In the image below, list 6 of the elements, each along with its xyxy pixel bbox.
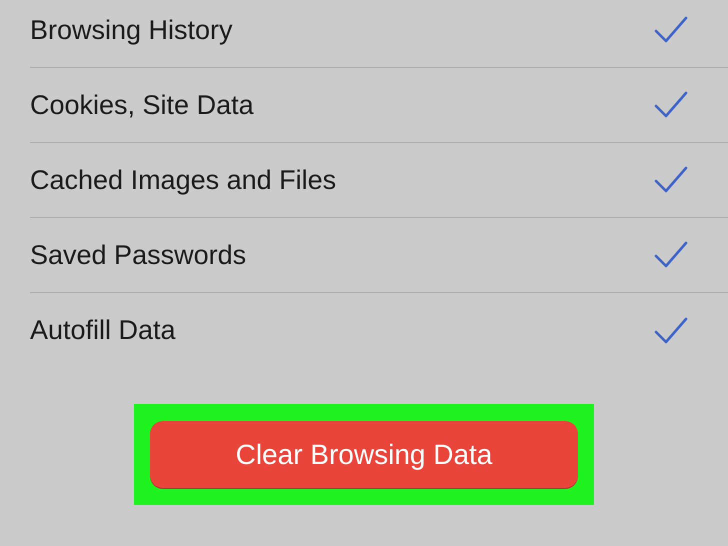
clear-data-button[interactable]: Clear Browsing Data: [150, 421, 578, 488]
option-label: Autofill Data: [30, 315, 177, 346]
option-label: Cached Images and Files: [30, 164, 338, 196]
option-label: Cookies, Site Data: [30, 90, 255, 120]
option-label: Saved Passwords: [30, 240, 248, 270]
option-label: Browsing History: [30, 14, 234, 46]
